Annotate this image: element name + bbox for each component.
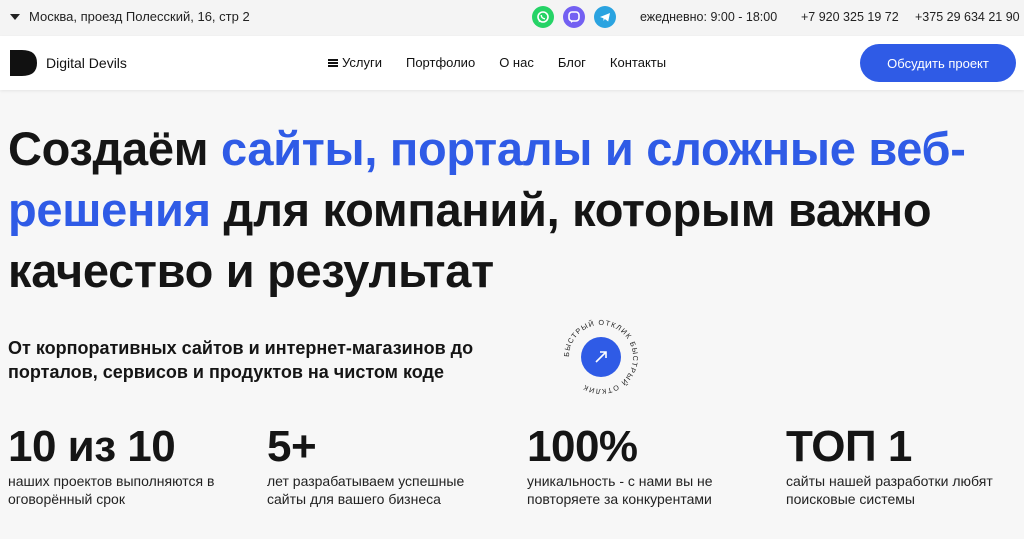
- stat-value: 100%: [527, 422, 638, 471]
- stat-years: 5+ лет разрабатываем успешные сайты для …: [267, 422, 497, 508]
- phone-by-link[interactable]: +375 29 634 21 90: [915, 10, 1020, 24]
- discuss-project-button[interactable]: Обсудить проект: [860, 44, 1016, 82]
- hero-subtitle: От корпоративных сайтов и интернет-магаз…: [8, 338, 474, 382]
- stat-description: уникальность - с нами вы не повторяете з…: [527, 473, 713, 507]
- nav-menu: Услуги Портфолио О нас Блог Контакты: [328, 55, 666, 70]
- brand-logo[interactable]: Digital Devils: [8, 48, 127, 78]
- nav-item-contacts[interactable]: Контакты: [610, 55, 666, 70]
- stat-description: лет разрабатываем успешные сайты для ваш…: [267, 473, 465, 507]
- stat-deadlines: 10 из 10 наших проектов выполняются в ог…: [8, 422, 238, 508]
- phone-ru-link[interactable]: +7 920 325 19 72: [801, 10, 899, 24]
- stat-value: ТОП 1: [786, 422, 912, 471]
- nav-item-services[interactable]: Услуги: [328, 55, 382, 70]
- telegram-icon[interactable]: [594, 6, 616, 28]
- nav-item-label: Услуги: [342, 55, 382, 70]
- viber-icon[interactable]: [563, 6, 585, 28]
- quick-response-badge[interactable]: БЫСТРЫЙ ОТКЛИК БЫСТРЫЙ ОТКЛИК: [561, 317, 641, 397]
- nav-item-about[interactable]: О нас: [499, 55, 534, 70]
- address-text: Москва, проезд Полесский, 16, стр 2: [29, 9, 250, 24]
- nav-item-blog[interactable]: Блог: [558, 55, 586, 70]
- brand-name: Digital Devils: [46, 55, 127, 71]
- stat-uniqueness: 100% уникальность - с нами вы не повторя…: [527, 422, 757, 508]
- caret-down-icon: [10, 13, 20, 20]
- address-selector[interactable]: Москва, проезд Полесский, 16, стр 2: [10, 9, 250, 24]
- hero-title: Создаём сайты, порталы и сложные веб-реш…: [8, 118, 1018, 301]
- messenger-links: [532, 6, 616, 28]
- stat-description: сайты нашей разработки любят поисковые с…: [786, 473, 993, 507]
- whatsapp-icon[interactable]: [532, 6, 554, 28]
- top-bar: Москва, проезд Полесский, 16, стр 2 ежед…: [0, 0, 1024, 36]
- stat-description: наших проектов выполняются в оговорённый…: [8, 473, 215, 507]
- working-hours: ежедневно: 9:00 - 18:00: [640, 10, 778, 24]
- main-navbar: Digital Devils Услуги Портфолио О нас Бл…: [0, 36, 1024, 90]
- stat-value: 5+: [267, 422, 317, 471]
- stat-seo: ТОП 1 сайты нашей разработки любят поиск…: [786, 422, 1016, 508]
- stat-value: 10 из 10: [8, 422, 176, 471]
- menu-icon: [328, 58, 338, 67]
- nav-item-portfolio[interactable]: Портфолио: [406, 55, 475, 70]
- hero-title-start: Создаём: [8, 122, 221, 175]
- logo-mark-icon: [10, 50, 37, 76]
